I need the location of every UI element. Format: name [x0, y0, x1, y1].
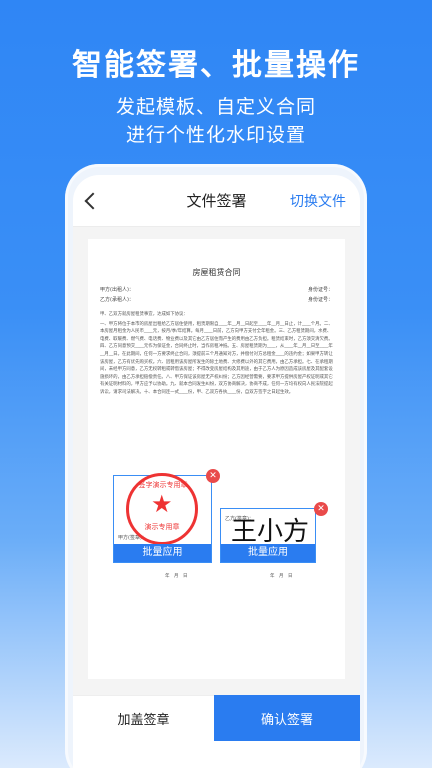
seal-ring-text: 签字演示专用章: [138, 481, 188, 489]
delete-signature-icon[interactable]: ✕: [314, 502, 328, 516]
id-a-label: 身份证号：: [307, 287, 333, 293]
delete-seal-icon[interactable]: ✕: [206, 469, 220, 483]
company-seal: 签字演示专用章 ★ 演示专用章: [126, 473, 198, 545]
document-viewer[interactable]: 房屋租赁合同 甲方(出租人)： 身份证号： 乙方(承租人)： 身份证号： 甲、乙…: [73, 227, 360, 695]
seal-star-icon: ★: [151, 490, 173, 518]
app-screen: 文件签署 切换文件 房屋租赁合同 甲方(出租人)： 身份证号： 乙方(承租人)：…: [73, 175, 360, 768]
party-b-label: 乙方(承租人)：: [100, 297, 134, 303]
page-title: 文件签署: [186, 192, 247, 210]
promo-title: 智能签署、批量操作: [72, 48, 360, 83]
confirm-sign-button[interactable]: 确认签署: [214, 695, 360, 741]
promo-subtitle-2: 进行个性化水印设置: [125, 124, 306, 146]
party-a-row: 甲方(出租人)： 身份证号：: [100, 286, 333, 293]
seal-band-text: 演示专用章: [144, 523, 180, 531]
document-body: 一、甲方将位于本市的房屋出租给乙方居住使用，租赁期限自____年__月__日起至…: [100, 321, 333, 395]
nav-bar: 文件签署 切换文件: [73, 175, 360, 227]
batch-apply-button[interactable]: 批量应用: [221, 544, 315, 562]
date-a: 年 月 日: [165, 574, 188, 579]
back-chevron-icon[interactable]: [81, 189, 103, 213]
document-page: 房屋租赁合同 甲方(出租人)： 身份证号： 乙方(承租人)： 身份证号： 甲、乙…: [88, 239, 345, 679]
bottom-action-bar: 加盖签章 确认签署: [73, 695, 360, 741]
handwritten-signature: 王小方: [231, 517, 310, 547]
document-title: 房屋租赁合同: [192, 268, 241, 277]
id-b-label: 身份证号：: [307, 297, 333, 303]
promo-subtitle-1: 发起模板、自定义合同: [115, 96, 316, 118]
batch-apply-button[interactable]: 批量应用: [114, 544, 211, 562]
add-seal-button[interactable]: 加盖签章: [73, 695, 214, 741]
seal-signature-box[interactable]: 甲方(签章)： 签字演示专用章 ★ 演示专用章 ✕ 批量应用: [113, 469, 220, 563]
party-a-label: 甲方(出租人)：: [100, 287, 134, 293]
date-b: 年 月 日: [270, 574, 293, 579]
switch-file-button[interactable]: 切换文件: [290, 191, 346, 211]
handwritten-signature-box[interactable]: 乙方(签章)： 王小方 ✕ 批量应用: [220, 502, 328, 563]
party-b-row: 乙方(承租人)： 身份证号：: [100, 296, 333, 303]
document-intro: 甲、乙双方就房屋租赁事宜，达成如下协议：: [100, 312, 188, 317]
